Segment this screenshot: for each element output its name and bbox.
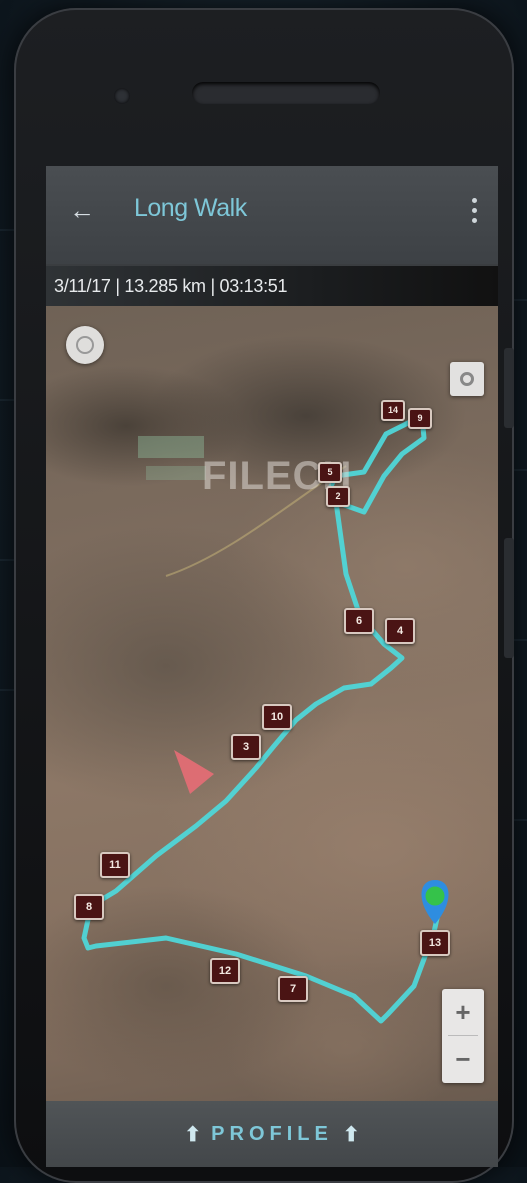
track-marker[interactable]: 9 (408, 408, 432, 429)
track-marker[interactable]: 12 (210, 958, 240, 984)
arrow-up-icon: ⬆ (184, 1123, 202, 1146)
phone-speaker (192, 82, 380, 104)
track-marker[interactable]: 13 (420, 930, 450, 956)
track-marker[interactable]: 4 (385, 618, 415, 644)
app-screen: ← Long Walk 3/11/17 | 13.285 km | 03:13:… (46, 166, 498, 1167)
volume-button (504, 348, 514, 428)
direction-arrow-icon (174, 750, 214, 794)
my-location-icon[interactable] (450, 362, 484, 396)
track-line (81, 413, 441, 1024)
track-marker[interactable]: 7 (278, 976, 308, 1002)
phone-camera (114, 88, 130, 104)
track-marker[interactable]: 8 (74, 894, 104, 920)
arrow-up-icon: ⬆ (342, 1123, 360, 1146)
zoom-controls: + − (442, 989, 484, 1083)
track-info-bar: 3/11/17 | 13.285 km | 03:13:51 (46, 266, 498, 306)
power-button (504, 538, 514, 658)
map-view[interactable]: FILECH 14 9 5 2 6 4 10 3 11 8 12 7 13 + … (46, 306, 498, 1101)
track-marker[interactable]: 10 (262, 704, 292, 730)
page-title: Long Walk (134, 194, 247, 222)
start-pin-icon (421, 880, 449, 924)
track-marker[interactable]: 6 (344, 608, 374, 634)
track-marker[interactable]: 2 (326, 486, 350, 507)
app-bar: ← Long Walk (46, 166, 498, 264)
profile-button[interactable]: ⬆ PROFILE ⬆ (46, 1101, 498, 1167)
back-arrow-icon[interactable]: ← (64, 192, 100, 228)
track-marker[interactable]: 3 (231, 734, 261, 760)
track-marker[interactable]: 5 (318, 462, 342, 483)
zoom-in-button[interactable]: + (442, 989, 484, 1035)
zoom-out-button[interactable]: − (442, 1036, 484, 1082)
map-feature-patch (138, 436, 204, 458)
track-marker[interactable]: 14 (381, 400, 405, 421)
map-feature-patch (146, 466, 206, 480)
profile-label: PROFILE (211, 1122, 333, 1145)
compass-icon[interactable] (66, 326, 104, 364)
track-marker[interactable]: 11 (100, 852, 130, 878)
more-vertical-icon[interactable] (464, 192, 484, 228)
